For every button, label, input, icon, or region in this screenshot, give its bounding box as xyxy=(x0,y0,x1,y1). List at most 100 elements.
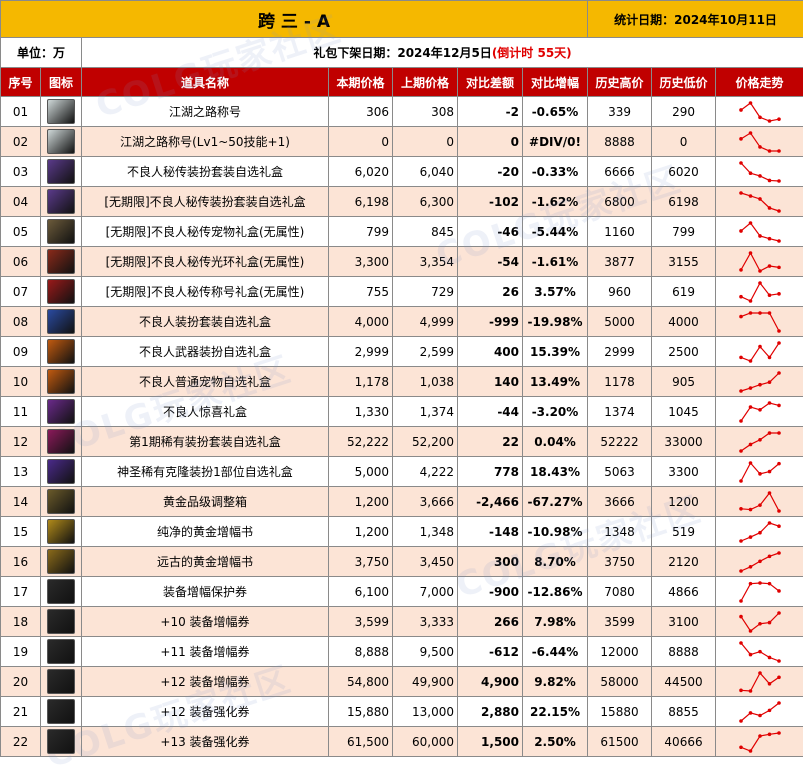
trend-point xyxy=(777,292,781,296)
current-price: 6,198 xyxy=(329,187,393,217)
trend-point xyxy=(739,268,743,272)
history-high: 6666 xyxy=(588,157,652,187)
trend-point xyxy=(758,174,762,178)
trend-point xyxy=(777,239,781,243)
row-number: 07 xyxy=(1,277,41,307)
trend-cell xyxy=(716,427,803,457)
price-trend-sparkline xyxy=(738,340,782,364)
price-trend-sparkline xyxy=(738,310,782,334)
trend-point xyxy=(777,265,781,269)
row-number: 22 xyxy=(1,727,41,757)
trend-point xyxy=(777,403,781,407)
trend-cell xyxy=(716,607,803,637)
trend-point xyxy=(777,431,781,435)
current-price: 1,330 xyxy=(329,397,393,427)
price-diff: 778 xyxy=(458,457,523,487)
previous-price: 308 xyxy=(393,97,458,127)
trend-point xyxy=(739,355,743,359)
trend-point xyxy=(767,581,771,585)
trend-point xyxy=(758,530,762,534)
history-high: 5063 xyxy=(588,457,652,487)
current-price: 1,200 xyxy=(329,517,393,547)
current-price: 6,100 xyxy=(329,577,393,607)
trend-line xyxy=(741,373,779,391)
trend-point xyxy=(777,589,781,593)
trend-point xyxy=(748,652,752,656)
item-icon-cell xyxy=(41,307,82,337)
price-change-pct: 18.43% xyxy=(523,457,588,487)
clone-box-icon xyxy=(47,459,75,484)
price-diff: -54 xyxy=(458,247,523,277)
trend-point xyxy=(758,734,762,738)
item-icon-cell xyxy=(41,157,82,187)
item-name: 第1期稀有装扮套装自选礼盒 xyxy=(82,427,329,457)
item-icon-cell xyxy=(41,97,82,127)
previous-price: 729 xyxy=(393,277,458,307)
outfit-box-icon xyxy=(47,429,75,454)
item-icon-cell xyxy=(41,397,82,427)
price-diff: 2,880 xyxy=(458,697,523,727)
trend-point xyxy=(758,621,762,625)
previous-price: 4,999 xyxy=(393,307,458,337)
trend-point xyxy=(767,178,771,182)
trend-line xyxy=(741,673,779,691)
table-row: 16远古的黄金增幅书3,7503,4503008.70%37502120 xyxy=(1,547,803,577)
trend-point xyxy=(739,161,743,165)
history-low: 4000 xyxy=(652,307,716,337)
trend-line xyxy=(741,703,779,721)
trend-point xyxy=(739,614,743,618)
item-icon-cell xyxy=(41,457,82,487)
history-high: 1374 xyxy=(588,397,652,427)
row-number: 11 xyxy=(1,397,41,427)
item-icon-cell xyxy=(41,727,82,757)
price-trend-sparkline xyxy=(738,610,782,634)
protect-ticket-icon xyxy=(47,579,75,604)
item-name: 神圣稀有克隆装扮1部位自选礼盒 xyxy=(82,457,329,487)
row-number: 17 xyxy=(1,577,41,607)
item-icon-cell xyxy=(41,547,82,577)
row-number: 12 xyxy=(1,427,41,457)
item-name: 江湖之路称号 xyxy=(82,97,329,127)
price-diff: -44 xyxy=(458,397,523,427)
price-change-pct: -19.98% xyxy=(523,307,588,337)
item-icon-cell xyxy=(41,217,82,247)
history-high: 3599 xyxy=(588,607,652,637)
table-row: 14黄金品级调整箱1,2003,666-2,466-67.27%36661200 xyxy=(1,487,803,517)
table-row: 22+13 装备强化券61,50060,0001,5002.50%6150040… xyxy=(1,727,803,757)
trend-point xyxy=(767,236,771,240)
price-diff: -148 xyxy=(458,517,523,547)
item-icon-cell xyxy=(41,247,82,277)
previous-price: 0 xyxy=(393,127,458,157)
table-row: 10不良人普通宠物自选礼盒1,1781,03814013.49%1178905 xyxy=(1,367,803,397)
item-icon-cell xyxy=(41,487,82,517)
trend-cell xyxy=(716,397,803,427)
history-high: 61500 xyxy=(588,727,652,757)
previous-price: 9,500 xyxy=(393,637,458,667)
trend-cell xyxy=(716,487,803,517)
trend-point xyxy=(758,437,762,441)
item-name: [无期限]不良人秘传宠物礼盒(无属性) xyxy=(82,217,329,247)
trend-point xyxy=(739,539,743,543)
col-header: 上期价格 xyxy=(393,68,458,97)
history-high: 15880 xyxy=(588,697,652,727)
item-icon-cell xyxy=(41,667,82,697)
price-trend-sparkline xyxy=(738,730,782,754)
trend-point xyxy=(748,386,752,390)
trend-point xyxy=(739,688,743,692)
trend-point xyxy=(777,675,781,679)
previous-price: 3,666 xyxy=(393,487,458,517)
refine-ticket-icon xyxy=(47,729,75,754)
table-row: 13神圣稀有克隆装扮1部位自选礼盒5,0004,22277818.43%5063… xyxy=(1,457,803,487)
previous-price: 4,222 xyxy=(393,457,458,487)
previous-price: 7,000 xyxy=(393,577,458,607)
price-trend-sparkline xyxy=(738,220,782,244)
history-low: 33000 xyxy=(652,427,716,457)
trend-point xyxy=(739,419,743,423)
amplify-ticket-icon xyxy=(47,639,75,664)
price-change-pct: 9.82% xyxy=(523,667,588,697)
trend-point xyxy=(758,311,762,315)
trend-point xyxy=(767,682,771,686)
trend-point xyxy=(758,269,762,273)
item-icon-cell xyxy=(41,697,82,727)
current-price: 4,000 xyxy=(329,307,393,337)
